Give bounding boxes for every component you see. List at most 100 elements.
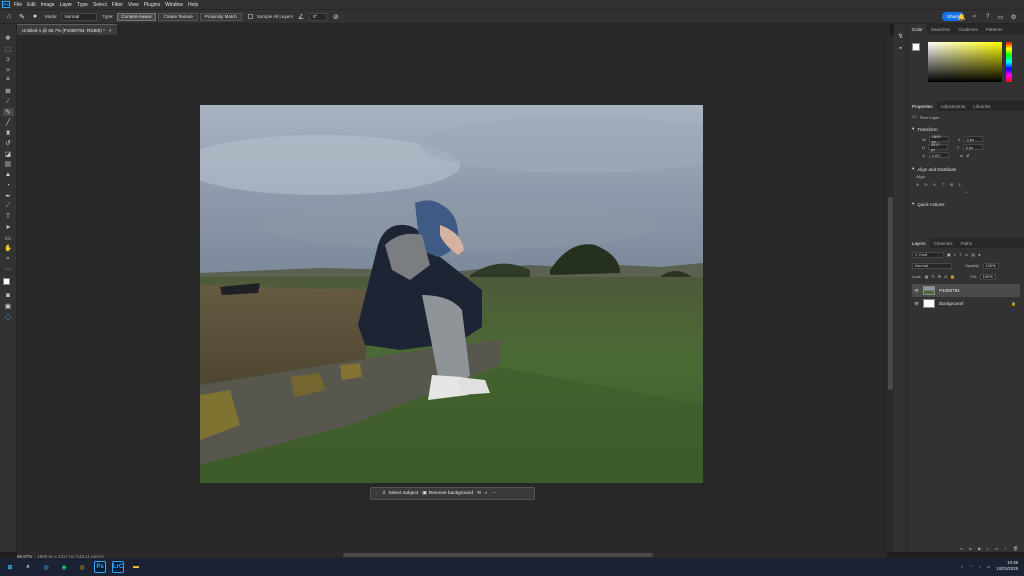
tab-libraries[interactable]: Libraries — [969, 101, 994, 111]
menu-filter[interactable]: Filter — [112, 2, 123, 8]
layer-name[interactable]: Background — [939, 301, 963, 306]
visibility-eye-icon[interactable]: 👁 — [914, 288, 919, 293]
blur-tool-icon[interactable]: ▲ — [3, 171, 14, 180]
layer-row[interactable]: 👁 Background 🔒 — [912, 297, 1020, 310]
visibility-eye-icon[interactable]: 👁 — [914, 301, 919, 306]
volume-icon[interactable]: ♪ — [979, 564, 981, 569]
tab-paths[interactable]: Paths — [957, 238, 977, 248]
layer-name[interactable]: P1060794 — [939, 288, 960, 293]
photoshop-logo-icon[interactable]: Ps — [2, 1, 10, 8]
new-layer-icon[interactable]: + — [1005, 546, 1007, 551]
history-brush-tool-icon[interactable]: ↺ — [3, 139, 14, 148]
align-top-icon[interactable]: ⊤ — [941, 182, 944, 187]
remove-background-button[interactable]: ▣ Remove background — [422, 491, 473, 496]
color-field[interactable] — [928, 42, 1002, 82]
flip-vertical-icon[interactable]: ⇵ — [966, 153, 969, 158]
menu-plugins[interactable]: Plugins — [144, 2, 160, 8]
transform-section-header[interactable]: ▾ Transform — [912, 124, 1020, 134]
x-field[interactable]: 0 px — [963, 136, 984, 142]
browser-icon[interactable]: ◍ — [40, 561, 52, 573]
foreground-color-chip[interactable] — [912, 43, 920, 51]
align-section-header[interactable]: ▾ Align and Distribute — [912, 164, 1020, 174]
more-tools-icon[interactable]: ⋯ — [3, 265, 14, 274]
gradient-tool-icon[interactable]: ▤ — [3, 160, 14, 169]
transform-icon[interactable]: ⟲ — [477, 491, 481, 496]
dodge-tool-icon[interactable]: ◔ — [3, 181, 14, 190]
move-tool-icon[interactable]: ✥ — [3, 34, 14, 43]
menu-type[interactable]: Type — [77, 2, 88, 8]
lock-all-icon[interactable]: 🔒 — [950, 274, 955, 279]
lightroom-classic-app-icon[interactable]: LrC — [112, 561, 124, 573]
workspace-icon[interactable]: ▭ — [996, 11, 1005, 22]
proximity-match-button[interactable]: Proximity Match — [199, 12, 242, 21]
pen-tool-icon[interactable]: ✒ — [3, 192, 14, 201]
brush-preset-icon[interactable]: ● — [30, 12, 40, 22]
vertical-scrollbar-thumb[interactable] — [888, 197, 893, 390]
filter-toggle-icon[interactable]: ● — [978, 252, 980, 257]
clone-stamp-tool-icon[interactable]: ♜ — [3, 129, 14, 138]
wifi-icon[interactable]: ◠ — [969, 564, 973, 569]
tab-channels[interactable]: Channels — [930, 238, 957, 248]
marquee-tool-icon[interactable]: ⬚ — [3, 45, 14, 54]
filter-shape-icon[interactable]: ▭ — [965, 252, 969, 257]
layer-lock-icon[interactable]: 🔒 — [1011, 301, 1016, 306]
filter-pixel-icon[interactable]: ▣ — [947, 252, 951, 257]
menu-file[interactable]: File — [14, 2, 22, 8]
path-tool-icon[interactable]: ⟋ — [3, 202, 14, 211]
path-selection-tool-icon[interactable]: ➤ — [3, 223, 14, 232]
notifications-icon[interactable]: 🔔 — [957, 11, 966, 22]
add-mask-icon[interactable]: ◙ — [978, 546, 980, 551]
y-field[interactable]: 0 px — [962, 144, 983, 150]
select-subject-button[interactable]: ♙ Select subject — [382, 491, 418, 496]
menu-image[interactable]: Image — [41, 2, 55, 8]
align-middle-v-icon[interactable]: ⊞ — [950, 182, 953, 187]
quick-mask-icon[interactable]: ◙ — [3, 292, 14, 301]
blend-mode-select[interactable]: Normal — [912, 262, 952, 269]
tab-swatches[interactable]: Swatches — [927, 24, 955, 34]
quick-actions-section-header[interactable]: ▾ Quick Actions — [912, 199, 1020, 209]
filter-smart-object-icon[interactable]: ▤ — [971, 252, 975, 257]
clock[interactable]: 10:36 10/01/2025 — [996, 560, 1018, 572]
help-icon[interactable]: ? — [983, 11, 992, 22]
lock-position-icon[interactable]: ✥ — [938, 274, 941, 279]
align-left-icon[interactable]: ⊫ — [916, 182, 919, 187]
opacity-field[interactable]: 100% — [982, 262, 999, 269]
edit-toolbar-icon[interactable]: ⬡ — [3, 313, 14, 322]
layer-row[interactable]: 👁 P1060794 — [912, 284, 1020, 297]
rectangle-tool-icon[interactable]: ▭ — [3, 234, 14, 243]
search-icon[interactable]: ⌕ — [970, 11, 979, 22]
delete-layer-icon[interactable]: 🗑 — [1013, 546, 1018, 551]
home-icon[interactable]: ⌂ — [4, 12, 14, 22]
lock-artboard-icon[interactable]: ⊡ — [944, 274, 947, 279]
spot-healing-tool-icon[interactable]: ✎ — [2, 107, 14, 116]
canvas-image[interactable] — [200, 105, 703, 483]
foreground-color-swatch[interactable] — [2, 277, 10, 285]
drag-handle-icon[interactable]: ⋮ — [374, 491, 378, 496]
sample-all-layers-checkbox[interactable] — [247, 14, 253, 19]
horizontal-scrollbar-thumb[interactable] — [343, 553, 653, 557]
chrome-icon[interactable]: ◎ — [76, 561, 88, 573]
lasso-tool-icon[interactable]: ↄ — [3, 55, 14, 64]
lock-paint-icon[interactable]: ✎ — [931, 274, 934, 279]
mode-select[interactable]: Normal — [60, 12, 97, 21]
tab-gradients[interactable]: Gradients — [954, 24, 982, 34]
new-group-icon[interactable]: ▭ — [995, 546, 999, 551]
document-tab[interactable]: Untitled-1 @ 66.7% (P1060794, RGB/8) * × — [17, 24, 117, 35]
height-field[interactable]: 1417 px — [927, 142, 948, 152]
menu-select[interactable]: Select — [93, 2, 107, 8]
tab-layers[interactable]: Layers — [908, 238, 930, 248]
frame-tool-icon[interactable]: ⊠ — [3, 87, 14, 96]
pressure-icon[interactable]: ⊘ — [331, 12, 341, 22]
menu-edit[interactable]: Edit — [27, 2, 36, 8]
crop-tool-icon[interactable]: ⌗ — [3, 76, 14, 85]
align-right-icon[interactable]: ⊩ — [933, 182, 936, 187]
brush-tool-icon[interactable]: ╱ — [3, 118, 14, 127]
tray-chevron-icon[interactable]: ˄ — [961, 564, 963, 569]
align-center-h-icon[interactable]: ⊪ — [924, 182, 927, 187]
settings-icon[interactable]: ⚙ — [1009, 11, 1018, 22]
more-align-options-icon[interactable]: ⋯ — [912, 190, 1020, 195]
adjust-icon[interactable]: ◐ — [485, 491, 488, 496]
search-icon[interactable]: ⌕ — [22, 561, 34, 573]
object-selection-tool-icon[interactable]: ✧ — [3, 66, 14, 75]
hand-tool-icon[interactable]: ✋ — [3, 244, 14, 253]
